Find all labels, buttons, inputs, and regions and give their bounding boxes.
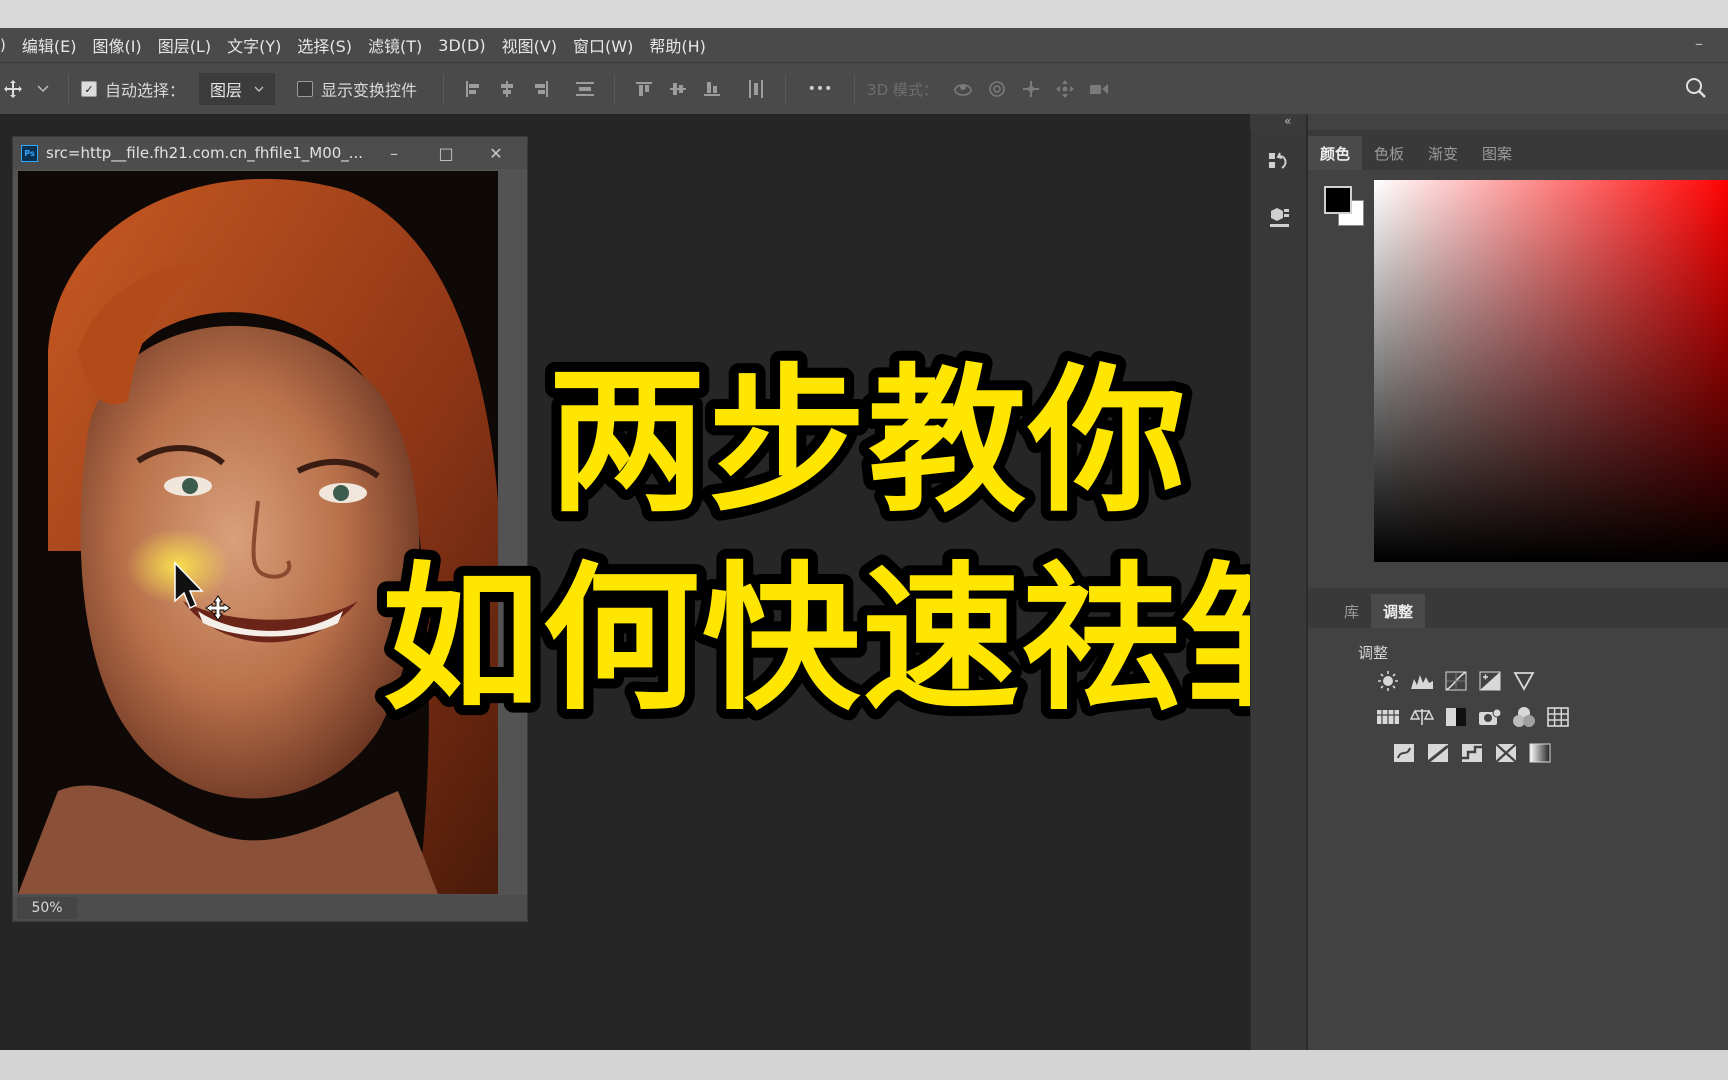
posterize-icon[interactable] xyxy=(1426,742,1450,764)
channel-mixer-icon[interactable] xyxy=(1512,706,1536,728)
document-close-button[interactable]: ✕ xyxy=(483,142,509,164)
adjust-panel-tabs: 库 调整 xyxy=(1308,588,1728,628)
slide-3d-icon[interactable] xyxy=(1052,76,1078,102)
show-transform-label: 显示变换控件 xyxy=(321,81,418,100)
portrait-photo xyxy=(18,171,498,894)
tab-swatches[interactable]: 色板 xyxy=(1362,136,1416,170)
scale-3d-icon[interactable] xyxy=(1086,76,1112,102)
show-transform-checkbox[interactable] xyxy=(297,81,314,97)
distribute-horizontal-icon[interactable] xyxy=(743,76,769,102)
top-screen-strip xyxy=(0,0,1728,28)
more-options-icon[interactable]: ••• xyxy=(802,76,838,102)
options-divider xyxy=(854,74,856,104)
vibrance-icon[interactable] xyxy=(1512,670,1536,692)
menu-window[interactable]: 窗口(W) xyxy=(565,33,641,57)
document-maximize-button[interactable]: □ xyxy=(433,142,459,164)
options-bar: ✓ 自动选择： 图层 显示变换控件 ••• 3D 模式： xyxy=(0,62,1728,115)
menu-help[interactable]: 帮助(H) xyxy=(641,33,714,57)
menu-layer[interactable]: 图层(L) xyxy=(150,33,219,57)
document-canvas[interactable] xyxy=(18,171,498,894)
tool-preset-chevron-icon[interactable] xyxy=(30,76,56,102)
tab-adjustments[interactable]: 调整 xyxy=(1371,594,1426,628)
3d-mode-label: 3D 模式： xyxy=(867,80,938,99)
tab-color[interactable]: 颜色 xyxy=(1308,136,1363,170)
distribute-vertical-icon[interactable] xyxy=(572,76,598,102)
selective-color-icon[interactable] xyxy=(1494,742,1518,764)
chevron-down-icon xyxy=(254,86,264,92)
black-white-icon[interactable] xyxy=(1444,706,1468,728)
app-minimize-button[interactable]: – xyxy=(1688,34,1710,54)
bottom-screen-strip xyxy=(0,1050,1728,1080)
adjustments-section-label: 调整 xyxy=(1358,644,1389,662)
zoom-level[interactable]: 50% xyxy=(17,897,77,919)
menu-filter[interactable]: 滤镜(T) xyxy=(360,33,430,57)
align-left-icon[interactable] xyxy=(460,76,486,102)
document-vertical-scrollbar[interactable] xyxy=(501,171,523,894)
document-name: src=http__file.fh21.com.cn_fhfile1_M00_.… xyxy=(46,144,364,162)
align-vertical-center-icon[interactable] xyxy=(665,76,691,102)
menu-image[interactable]: 图像(I) xyxy=(84,33,149,57)
curves-icon[interactable] xyxy=(1444,670,1468,692)
options-divider xyxy=(614,74,616,104)
show-transform-option[interactable]: 显示变换控件 xyxy=(297,77,417,101)
layer-group-select-value: 图层 xyxy=(210,81,243,100)
align-right-icon[interactable] xyxy=(528,76,554,102)
auto-select-checkbox[interactable]: ✓ xyxy=(81,81,97,97)
collapse-panels-icon[interactable]: « xyxy=(1284,114,1291,128)
hue-saturation-icon[interactable] xyxy=(1376,706,1400,728)
foreground-background-swatches[interactable] xyxy=(1322,184,1366,228)
orbit-3d-icon[interactable] xyxy=(950,76,976,102)
auto-select-label: 自动选择： xyxy=(105,81,186,100)
menu-edit[interactable]: 编辑(E) xyxy=(14,33,85,57)
threshold-icon[interactable] xyxy=(1460,742,1484,764)
menu-select[interactable]: 选择(S) xyxy=(289,33,360,57)
menu-bar: ) 编辑(E) 图像(I) 图层(L) 文字(Y) 选择(S) 滤镜(T) 3D… xyxy=(0,28,1728,62)
options-divider xyxy=(785,74,787,104)
roll-3d-icon[interactable] xyxy=(984,76,1010,102)
color-lookup-icon[interactable] xyxy=(1546,706,1570,728)
auto-select-option[interactable]: ✓ 自动选择： xyxy=(81,77,185,101)
color-panel-tabs: 颜色 色板 渐变 图案 xyxy=(1308,130,1728,170)
color-balance-icon[interactable] xyxy=(1410,706,1434,728)
menu-view[interactable]: 视图(V) xyxy=(494,33,565,57)
move-tool-icon[interactable] xyxy=(0,76,26,102)
tab-gradients[interactable]: 渐变 xyxy=(1416,136,1470,170)
foreground-color-swatch[interactable] xyxy=(1324,186,1352,214)
photoshop-icon: Ps xyxy=(21,144,38,162)
document-window: Ps src=http__file.fh21.com.cn_fhfile1_M0… xyxy=(12,136,528,922)
document-status-bar: 50% xyxy=(13,895,527,921)
layer-group-select[interactable]: 图层 xyxy=(199,73,276,105)
menu-fragment: ) xyxy=(0,36,6,54)
gradient-map-icon[interactable] xyxy=(1528,742,1552,764)
brightness-contrast-icon[interactable] xyxy=(1376,670,1400,692)
document-title-bar[interactable]: Ps src=http__file.fh21.com.cn_fhfile1_M0… xyxy=(13,137,527,169)
search-icon[interactable] xyxy=(1684,76,1710,102)
pan-3d-icon[interactable] xyxy=(1018,76,1044,102)
right-panels: 颜色 色板 渐变 图案 库 调整 调整 xyxy=(1306,114,1728,1050)
tab-patterns[interactable]: 图案 xyxy=(1470,136,1524,170)
photo-filter-icon[interactable] xyxy=(1478,706,1502,728)
exposure-icon[interactable] xyxy=(1478,670,1502,692)
color-picker-field[interactable] xyxy=(1374,180,1728,562)
levels-icon[interactable] xyxy=(1410,670,1434,692)
menu-type[interactable]: 文字(Y) xyxy=(219,33,289,57)
align-horizontal-center-icon[interactable] xyxy=(494,76,520,102)
options-divider xyxy=(443,74,445,104)
menu-3d[interactable]: 3D(D) xyxy=(430,36,493,55)
align-bottom-icon[interactable] xyxy=(699,76,725,102)
options-divider xyxy=(68,74,69,104)
tab-libraries[interactable]: 库 xyxy=(1332,594,1371,628)
invert-icon[interactable] xyxy=(1392,742,1416,764)
document-minimize-button[interactable]: – xyxy=(381,142,407,164)
align-top-icon[interactable] xyxy=(631,76,657,102)
3d-panel-icon[interactable] xyxy=(1261,200,1297,234)
collapsed-panel-dock xyxy=(1250,130,1307,1050)
history-panel-icon[interactable] xyxy=(1261,146,1297,180)
